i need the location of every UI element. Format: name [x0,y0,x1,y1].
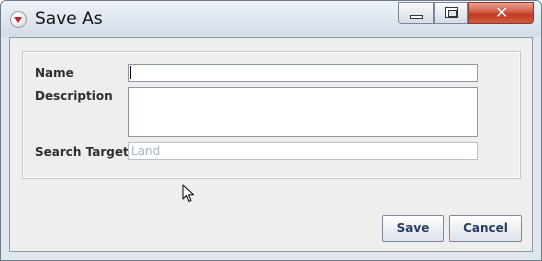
description-label: Description [35,89,113,103]
name-input[interactable] [128,64,478,82]
cancel-button[interactable]: Cancel [449,215,522,242]
dialog-content: Name Description Search Target Land Save… [9,37,533,252]
save-as-dialog: Save As ✕ Name Description Search Target… [0,0,542,261]
search-target-field: Land [128,142,478,160]
minimize-button[interactable] [398,2,434,24]
minimize-icon [410,15,423,19]
description-textarea[interactable] [128,87,478,137]
text-caret [130,66,131,79]
close-button[interactable]: ✕ [468,2,534,24]
dialog-title: Save As [35,9,103,29]
mouse-pointer-icon [182,184,194,202]
close-icon: ✕ [495,3,509,22]
maximize-button[interactable] [434,2,468,24]
name-label: Name [35,66,74,80]
search-target-label: Search Target [35,145,129,159]
save-button[interactable]: Save [382,215,444,242]
maximize-icon [445,7,458,18]
app-logo-icon [10,11,27,28]
title-bar[interactable]: Save As ✕ [1,1,541,37]
